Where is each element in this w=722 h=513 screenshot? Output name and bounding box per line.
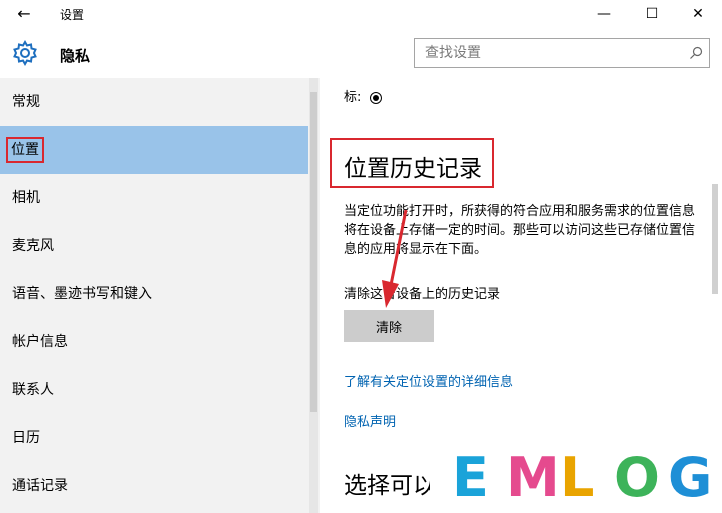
watermark-letter: E (452, 446, 489, 509)
watermark-letter: L (560, 446, 594, 509)
emlog-watermark-logo: EMLOG (452, 446, 712, 509)
sidebar-item-general[interactable]: 常规 (0, 78, 308, 126)
sidebar-item-calendar[interactable]: 日历 (0, 414, 308, 462)
sidebar: 常规 位置 相机 麦克风 语音、墨迹书写和键入 帐户信息 联系人 日历 通话记录 (0, 78, 320, 513)
sidebar-item-label: 语音、墨迹书写和键入 (12, 286, 152, 302)
sidebar-item-call-history[interactable]: 通话记录 (0, 462, 308, 510)
sidebar-item-microphone[interactable]: 麦克风 (0, 222, 308, 270)
gear-icon (13, 40, 37, 66)
watermark: EMLOG (430, 438, 722, 513)
sidebar-item-label: 通话记录 (12, 478, 68, 494)
sidebar-item-camera[interactable]: 相机 (0, 174, 308, 222)
sidebar-item-label: 联系人 (12, 382, 54, 398)
watermark-letter: G (668, 446, 712, 509)
window-title: 设置 (60, 8, 85, 22)
sidebar-scrollbar-thumb[interactable] (310, 92, 317, 412)
main-scrollbar-thumb[interactable] (712, 184, 718, 294)
search-input[interactable] (415, 39, 685, 67)
sidebar-item-label: 常规 (12, 94, 40, 110)
sidebar-scrollbar[interactable] (309, 78, 318, 513)
maximize-icon[interactable]: ☐ (630, 2, 674, 26)
sidebar-item-label: 相机 (12, 190, 40, 206)
sidebar-item-location[interactable]: 位置 (0, 126, 308, 174)
minimize-icon[interactable]: — (582, 2, 626, 26)
sidebar-item-label: 麦克风 (12, 238, 54, 254)
page-header: 隐私 (0, 28, 722, 80)
close-icon[interactable]: ✕ (676, 2, 720, 26)
page-title: 隐私 (60, 47, 91, 65)
sidebar-item-label: 帐户信息 (12, 334, 68, 350)
sidebar-item-contacts[interactable]: 联系人 (0, 366, 308, 414)
back-arrow-icon[interactable]: ← (10, 4, 38, 24)
search-box[interactable] (414, 38, 710, 68)
search-icon[interactable] (689, 46, 703, 60)
watermark-letter: O (614, 446, 660, 509)
sidebar-item-label: 日历 (12, 430, 40, 446)
sidebar-item-account-info[interactable]: 帐户信息 (0, 318, 308, 366)
sidebar-item-speech-inking[interactable]: 语音、墨迹书写和键入 (0, 270, 308, 318)
sidebar-item-label: 位置 (6, 137, 44, 163)
title-bar: ← 设置 — ☐ ✕ (0, 0, 722, 28)
watermark-letter: M (506, 446, 560, 509)
